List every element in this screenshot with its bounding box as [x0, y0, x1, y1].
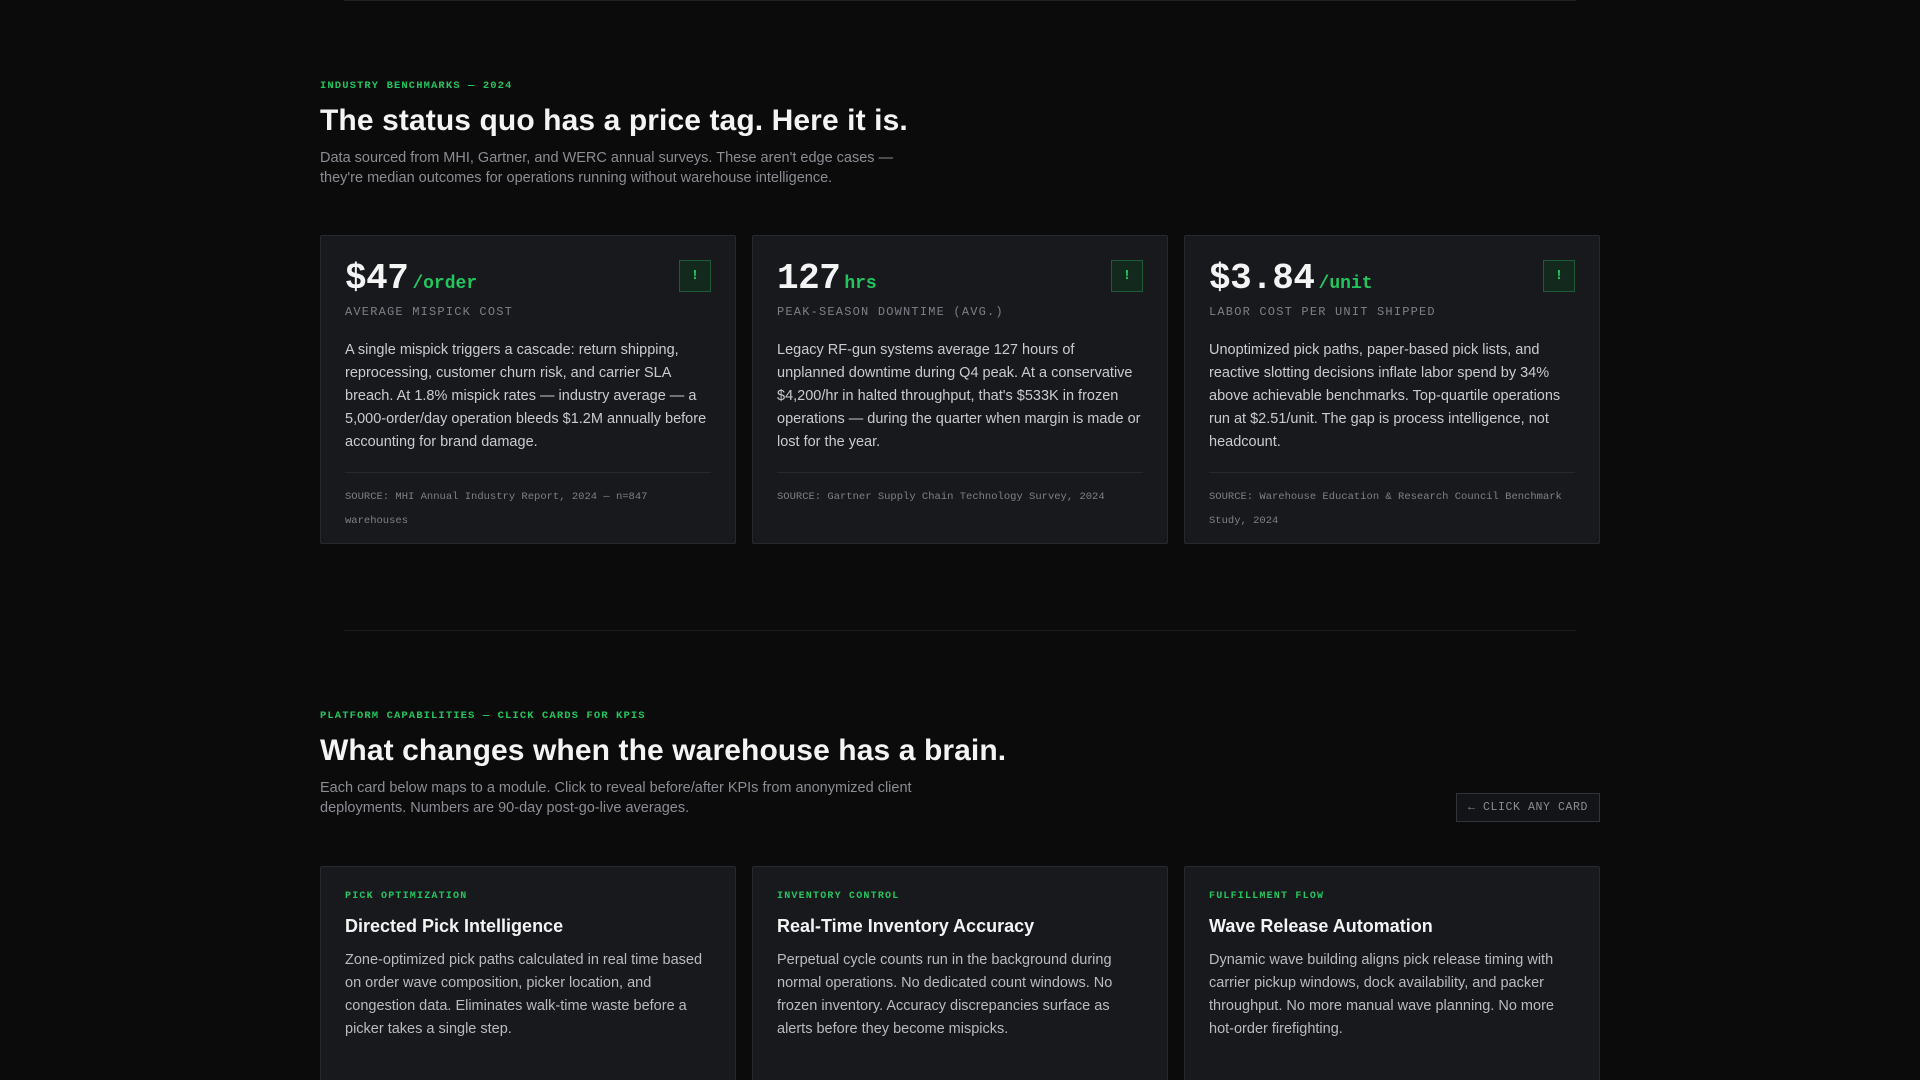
alert-icon: ! [1543, 260, 1575, 292]
benchmarks-section: INDUSTRY BENCHMARKS — 2024 The status qu… [320, 80, 1600, 544]
capabilities-eyebrow: PLATFORM CAPABILITIES — CLICK CARDS FOR … [320, 710, 646, 722]
stat-label: AVERAGE MISPICK COST [345, 305, 514, 319]
stat-label: LABOR COST PER UNIT SHIPPED [1209, 305, 1436, 319]
capabilities-lead: Each card below maps to a module. Click … [320, 780, 912, 816]
feature-title: Directed Pick Intelligence [345, 916, 564, 936]
mispick-cost-card: $47 /order AVERAGE MISPICK COST ! A sing… [320, 235, 736, 544]
capabilities-title: What changes when the warehouse has a br… [320, 734, 1007, 767]
benchmarks-lead: Data sourced from MHI, Gartner, and WERC… [320, 150, 894, 186]
benchmark-cards: $47 /order AVERAGE MISPICK COST ! A sing… [320, 235, 1600, 544]
feature-tag: PICK OPTIMIZATION [345, 891, 468, 902]
stat-row: $47 /order [345, 258, 711, 299]
stat-source: SOURCE: MHI Annual Industry Report, 2024… [345, 472, 711, 533]
stat-description: A single mispick triggers a cascade: ret… [345, 342, 707, 450]
alert-icon: ! [679, 260, 711, 292]
pick-optimization-card[interactable]: PICK OPTIMIZATION Directed Pick Intellig… [320, 866, 736, 1080]
stat-value: 127 [777, 258, 841, 299]
top-divider [344, 0, 1576, 1]
feature-description: Zone-optimized pick paths calculated in … [345, 952, 703, 1037]
stat-unit: hrs [844, 274, 877, 294]
capability-cards: PICK OPTIMIZATION Directed Pick Intellig… [320, 866, 1600, 1080]
feature-description: Dynamic wave building aligns pick releas… [1209, 952, 1554, 1037]
capabilities-section: PLATFORM CAPABILITIES — CLICK CARDS FOR … [320, 710, 1600, 1080]
stat-description: Unoptimized pick paths, paper-based pick… [1209, 342, 1561, 450]
stat-unit: /unit [1318, 274, 1373, 294]
alert-icon: ! [1111, 260, 1143, 292]
feature-tag: INVENTORY CONTROL [777, 891, 900, 902]
stat-row: 127 hrs [777, 258, 1143, 299]
click-any-card-hint: ← CLICK ANY CARD [1455, 793, 1600, 822]
fulfillment-flow-card[interactable]: FULFILLMENT FLOW Wave Release Automation… [1184, 866, 1600, 1080]
stat-row: $3.84 /unit [1209, 258, 1575, 299]
capabilities-header: PLATFORM CAPABILITIES — CLICK CARDS FOR … [320, 710, 1600, 822]
stat-source: SOURCE: Warehouse Education & Research C… [1209, 472, 1575, 533]
labor-cost-card: $3.84 /unit LABOR COST PER UNIT SHIPPED … [1184, 235, 1600, 544]
stat-label: PEAK-SEASON DOWNTIME (AVG.) [777, 305, 1004, 319]
feature-description: Perpetual cycle counts run in the backgr… [777, 952, 1113, 1037]
stat-description: Legacy RF-gun systems average 127 hours … [777, 342, 1141, 450]
benchmarks-title: The status quo has a price tag. Here it … [320, 104, 908, 137]
section-divider [344, 630, 1576, 631]
feature-title: Wave Release Automation [1209, 916, 1433, 936]
feature-tag: FULFILLMENT FLOW [1209, 891, 1325, 902]
stat-source: SOURCE: Gartner Supply Chain Technology … [777, 472, 1143, 509]
feature-title: Real-Time Inventory Accuracy [777, 916, 1035, 936]
stat-value: $3.84 [1209, 258, 1315, 299]
stat-value: $47 [345, 258, 409, 299]
peak-downtime-card: 127 hrs PEAK-SEASON DOWNTIME (AVG.) ! Le… [752, 235, 1168, 544]
benchmarks-eyebrow: INDUSTRY BENCHMARKS — 2024 [320, 80, 513, 92]
inventory-control-card[interactable]: INVENTORY CONTROL Real-Time Inventory Ac… [752, 866, 1168, 1080]
stat-unit: /order [412, 274, 478, 294]
